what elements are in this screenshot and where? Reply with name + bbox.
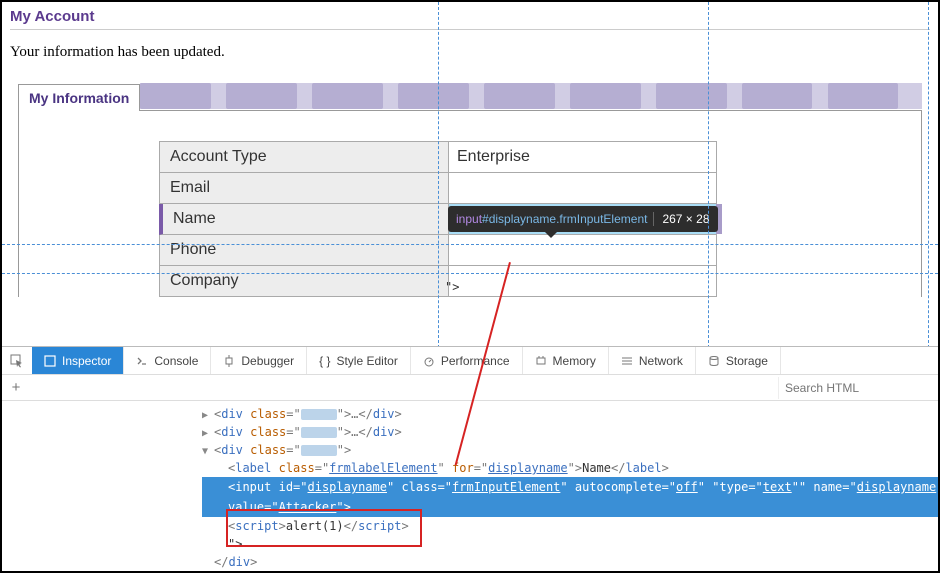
guide-line [2,244,938,245]
devtools-tab-memory[interactable]: Memory [523,347,609,374]
braces-icon: { } [319,354,330,368]
redacted-tabs [140,83,922,109]
value-company[interactable] [449,266,717,297]
dom-selected-node: <input id="displayname" class="frmInputE… [202,477,938,497]
pick-element-icon[interactable] [2,354,32,368]
stray-injected-text: "> [445,280,459,294]
add-icon[interactable]: + [2,379,30,396]
guide-line [438,2,439,348]
devtools-tab-performance[interactable]: Performance [411,347,523,374]
devtools-subbar: + [2,375,938,401]
devtools-tab-debugger[interactable]: Debugger [211,347,307,374]
devtools-tab-style-editor[interactable]: { } Style Editor [307,347,411,374]
tab-filler [140,83,922,109]
row-account-type: Account Type Enterprise [159,141,921,173]
app-panel: My Account Your information has been upd… [2,2,938,348]
tooltip-tag: input [456,212,482,226]
element-inspect-tooltip: input#displayname.frmInputElement 267 × 2… [448,206,718,232]
guide-line [708,2,709,348]
label-company: Company [159,266,449,297]
devtools-tab-storage[interactable]: Storage [696,347,781,374]
devtools-tabbar: Inspector Console Debugger { } Style Edi… [2,347,938,375]
form-area: Account Type Enterprise Email Name Attac… [18,111,922,297]
row-company: Company [159,266,921,297]
guide-line [2,273,938,274]
value-phone[interactable] [449,235,717,266]
search-html-input[interactable] [778,377,938,399]
guide-line [928,2,929,348]
tooltip-id: #displayname [482,212,556,226]
tooltip-dimensions: 267 × 28 [653,212,709,226]
devtools-panel: Inspector Console Debugger { } Style Edi… [2,346,938,571]
dom-tree[interactable]: ▶<div class="">…</div> ▶<div class="">…<… [2,401,938,571]
page-title: My Account [10,8,930,30]
label-name: Name [159,204,449,235]
value-email[interactable] [449,173,717,204]
tab-my-information[interactable]: My Information [18,84,140,111]
value-account-type[interactable]: Enterprise [449,141,717,173]
update-message: Your information has been updated. [10,44,930,61]
label-account-type: Account Type [159,141,449,173]
tooltip-class: .frmInputElement [556,212,647,226]
row-email: Email [159,173,921,204]
label-phone: Phone [159,235,449,266]
devtools-tab-console[interactable]: Console [124,347,211,374]
row-phone: Phone [159,235,921,266]
tab-row: My Information [18,83,922,111]
devtools-tab-inspector[interactable]: Inspector [32,347,124,374]
devtools-tab-network[interactable]: Network [609,347,696,374]
label-email: Email [159,173,449,204]
